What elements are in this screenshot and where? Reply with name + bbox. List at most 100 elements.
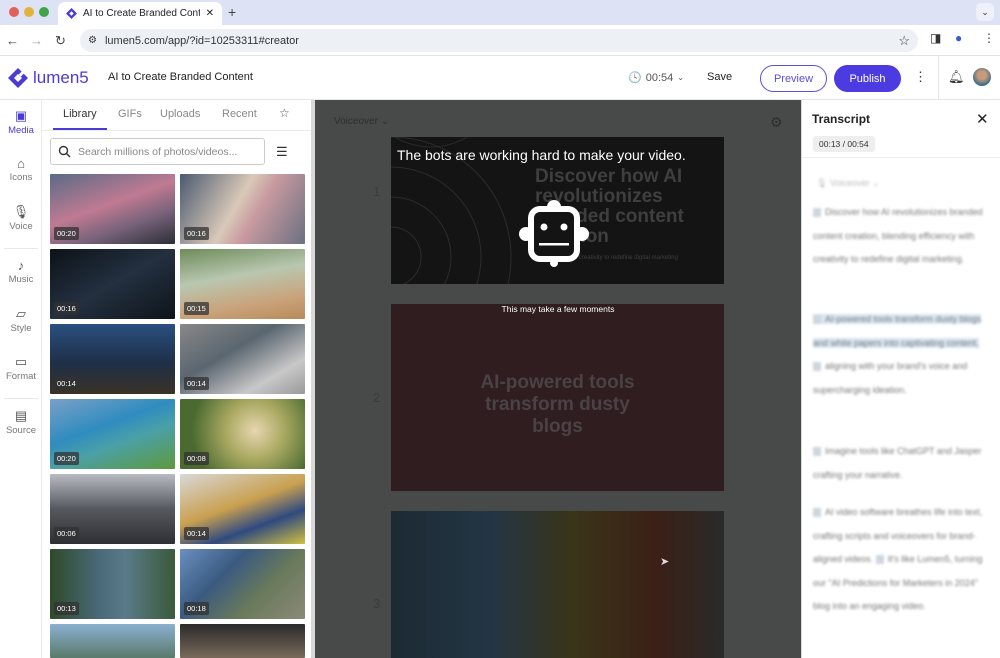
media-thumbnail[interactable]: 00:15 (180, 249, 305, 319)
transcript-voiceover-dropdown[interactable]: 🎙︎ Voiceover ⌄ (816, 178, 880, 189)
transcript-paragraph[interactable]: Discover how AI revolutionizes branded c… (813, 201, 993, 272)
back-arrow-icon[interactable]: ← (6, 33, 19, 48)
tab-uploads[interactable]: Uploads (160, 108, 200, 120)
url-text[interactable]: lumen5.com/app/?id=10253311#creator (105, 35, 299, 47)
image-icon: ▣ (14, 108, 28, 123)
rail-item-music[interactable]: ♪ Music (0, 258, 42, 285)
format-icon: ▭ (14, 354, 28, 369)
publish-button[interactable]: Publish (834, 65, 901, 92)
forward-arrow-icon[interactable]: → (30, 33, 43, 48)
transcript-panel: Transcript ✕ 00:13 / 00:54 🎙︎ Voiceover … (801, 100, 1000, 658)
browser-tab-title: AI to Create Branded Content (83, 8, 200, 19)
left-rail: ▣ Media ⌂ Icons 🎙︎ Voice ♪ Music ▱ Style… (0, 100, 42, 658)
lumen5-favicon-icon (66, 8, 77, 19)
microphone-icon: 🎙︎ (12, 204, 30, 219)
loading-subtitle: This may take a few moments (501, 304, 615, 314)
rail-label: Source (5, 425, 37, 436)
tab-recent[interactable]: Recent (222, 108, 257, 120)
close-tab-icon[interactable]: ✕ (206, 8, 214, 19)
lumen5-logo[interactable]: lumen5 (7, 67, 89, 89)
lumen5-logo-icon (8, 68, 28, 88)
tab-divider (42, 130, 315, 131)
rail-item-icons[interactable]: ⌂ Icons (0, 156, 42, 183)
browser-tab[interactable]: AI to Create Branded Content ✕ (58, 2, 222, 25)
media-thumbnail[interactable]: 00:14 (180, 474, 305, 544)
scene-marker-icon (813, 208, 821, 218)
close-window-button[interactable] (9, 7, 19, 17)
search-icon (58, 145, 71, 158)
tab-gifs[interactable]: GIFs (118, 108, 142, 120)
user-avatar[interactable] (973, 68, 991, 86)
rail-item-media[interactable]: ▣ Media (0, 108, 42, 136)
duration-value: 00:54 (645, 71, 674, 84)
chevron-down-icon: ⌄ (677, 73, 684, 82)
project-title[interactable]: AI to Create Branded Content (108, 71, 253, 83)
sidebar-icon[interactable]: ◨ (930, 31, 941, 45)
source-icon: ▤ (14, 408, 28, 423)
bell-icon[interactable]: 🔔︎ (948, 69, 965, 85)
scene-marker-icon (813, 315, 821, 325)
tab-library[interactable]: Library (63, 108, 97, 120)
media-thumbnail[interactable]: 00:16 (50, 249, 175, 319)
close-icon[interactable]: ✕ (976, 110, 989, 128)
media-thumbnail[interactable]: 00:16 (180, 174, 305, 244)
media-thumbnail[interactable]: 00:14 (180, 324, 305, 394)
maximize-window-button[interactable] (39, 7, 49, 17)
scene-card-3[interactable] (391, 511, 724, 658)
media-thumbnail[interactable]: 00:18 (180, 549, 305, 619)
media-thumbnail[interactable] (50, 624, 175, 658)
transcript-paragraph[interactable]: AI video software breathes life into tex… (813, 501, 993, 619)
mouse-cursor-icon: ➤ (660, 556, 670, 568)
app-header: lumen5 AI to Create Branded Content 🕓 00… (0, 56, 1000, 100)
new-tab-button[interactable]: + (228, 4, 236, 20)
site-settings-icon[interactable]: ⚙ (88, 35, 97, 46)
gear-icon[interactable]: ⚙ (770, 114, 783, 131)
media-thumbnail[interactable] (180, 624, 305, 658)
rail-label: Format (5, 371, 37, 382)
voiceover-dropdown[interactable]: Voiceover ⌄ (334, 116, 389, 127)
duration-dropdown[interactable]: 🕓 00:54 ⌄ (628, 71, 684, 85)
brand-name: lumen5 (33, 68, 89, 87)
minimize-window-button[interactable] (24, 7, 34, 17)
media-thumbnail[interactable]: 00:14 (50, 324, 175, 394)
shapes-icon: ⌂ (17, 156, 25, 171)
rail-label: Voice (9, 221, 33, 232)
scene-number: 2 (373, 390, 381, 405)
media-thumbnail[interactable]: 00:13 (50, 549, 175, 619)
save-button[interactable]: Save (707, 71, 732, 83)
preview-button[interactable]: Preview (760, 65, 827, 92)
rail-item-source[interactable]: ▤ Source (0, 408, 42, 436)
rail-label: Music (8, 274, 34, 285)
star-icon[interactable]: ☆ (898, 33, 910, 49)
media-search-input[interactable]: Search millions of photos/videos... (50, 138, 265, 165)
media-thumbnail[interactable]: 00:06 (50, 474, 175, 544)
scene-number: 1 (373, 184, 381, 199)
search-placeholder: Search millions of photos/videos... (78, 145, 238, 158)
favorites-star-icon[interactable]: ☆ (279, 106, 290, 120)
clock-icon: 🕓 (628, 72, 642, 84)
rail-label: Style (10, 323, 32, 334)
media-thumbnail[interactable]: 00:20 (50, 399, 175, 469)
more-options-icon[interactable]: ⋮ (914, 69, 927, 85)
tab-search-button[interactable]: ⌄ (976, 3, 994, 21)
rail-item-format[interactable]: ▭ Format (0, 354, 42, 382)
rail-divider (4, 398, 38, 399)
profile-icon[interactable]: ● (955, 31, 962, 45)
rail-item-style[interactable]: ▱ Style (0, 306, 42, 334)
transcript-paragraph[interactable]: AI-powered tools transform dusty blogs a… (813, 308, 993, 402)
scene-card-2[interactable]: AI-powered tools transform dusty blogs (391, 304, 724, 491)
media-library-panel: Library GIFs Uploads Recent ☆ Search mil… (42, 100, 315, 658)
url-field[interactable]: ⚙ lumen5.com/app/?id=10253311#creator ☆ (80, 29, 918, 52)
media-thumbnail[interactable]: 00:08 (180, 399, 305, 469)
menu-icon[interactable]: ⋮ (983, 31, 995, 45)
reload-icon[interactable]: ↻ (55, 33, 66, 49)
media-thumbnail[interactable]: 00:20 (50, 174, 175, 244)
transcript-time: 00:13 / 00:54 (813, 136, 875, 152)
rail-item-voice[interactable]: 🎙︎ Voice (0, 204, 42, 232)
transcript-title: Transcript (812, 112, 871, 126)
rail-label: Media (8, 125, 34, 136)
storyboard-canvas: Voiceover ⌄ ⚙ 1 Discover how AI revoluti… (315, 100, 801, 658)
rail-label: Icons (9, 172, 33, 183)
transcript-paragraph[interactable]: Imagine tools like ChatGPT and Jasper cr… (813, 440, 993, 487)
filter-icon[interactable]: ☰ (276, 144, 288, 160)
